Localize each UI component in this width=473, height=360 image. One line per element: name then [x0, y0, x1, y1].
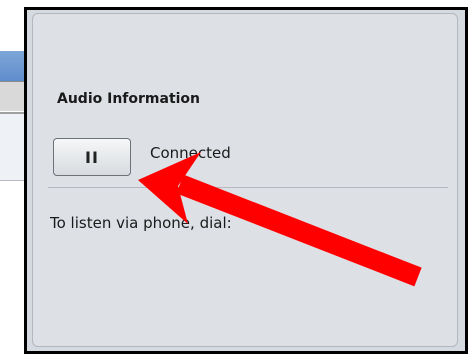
pause-icon: II — [85, 147, 99, 167]
section-divider — [48, 187, 448, 188]
connection-status: Connected — [150, 144, 231, 162]
pause-audio-button[interactable]: II — [53, 138, 131, 176]
audio-information-panel — [32, 13, 458, 347]
audio-information-title: Audio Information — [57, 91, 201, 107]
phone-dial-instructions: To listen via phone, dial: — [50, 214, 232, 232]
